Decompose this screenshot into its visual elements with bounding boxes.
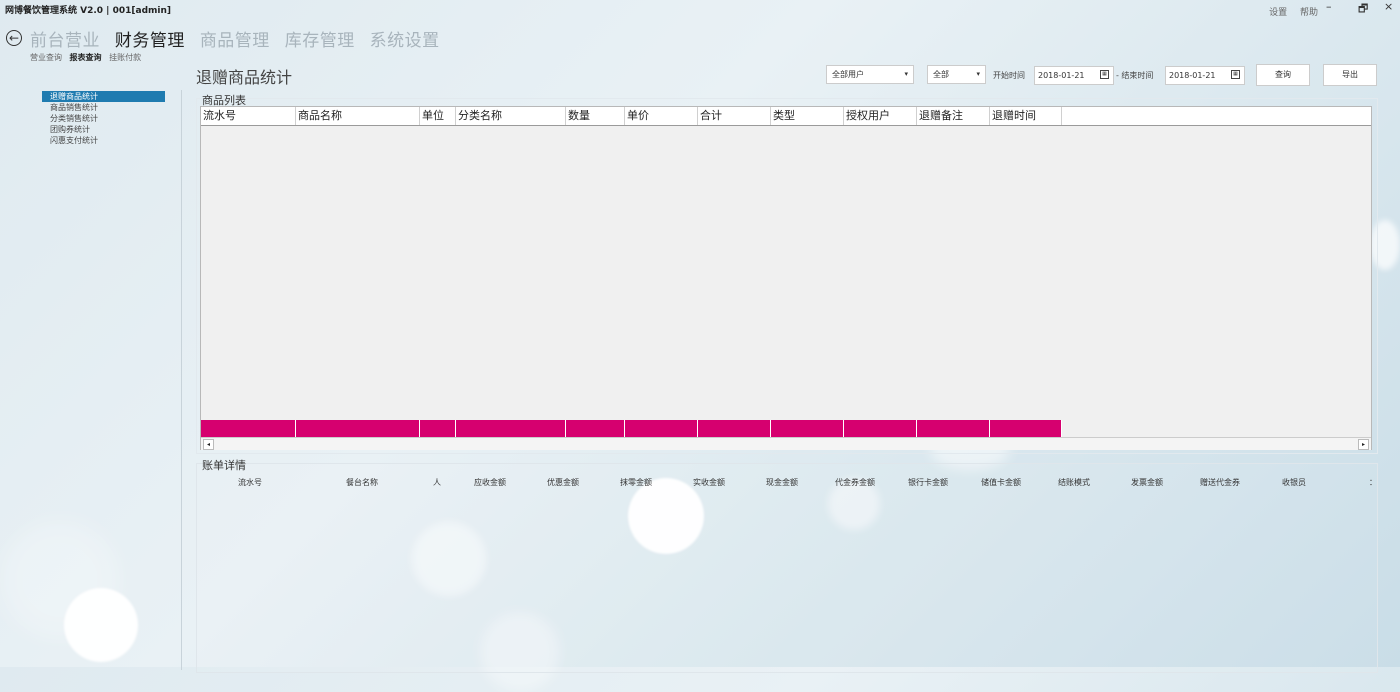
- scroll-left-icon[interactable]: ◂: [203, 439, 214, 450]
- app-title: 网博餐饮管理系统 V2.0 | 001[admin]: [5, 6, 171, 16]
- nav-inventory[interactable]: 库存管理: [285, 31, 355, 51]
- column-header[interactable]: 数量: [566, 107, 625, 125]
- scroll-right-icon[interactable]: ▸: [1358, 439, 1369, 450]
- chevron-down-icon: ▾: [904, 70, 908, 78]
- help-link[interactable]: 帮助: [1300, 8, 1318, 18]
- type-select[interactable]: 全部 ▾: [927, 65, 986, 84]
- sidebar-item-return-gift[interactable]: 退赠商品统计: [42, 91, 165, 102]
- bill-column-header[interactable]: 应收金额: [474, 477, 506, 488]
- summary-row: [201, 420, 1371, 437]
- user-select[interactable]: 全部用户 ▾: [826, 65, 914, 84]
- column-header[interactable]: 退赠时间: [990, 107, 1062, 125]
- bill-column-header[interactable]: 赠送代金券: [1200, 477, 1240, 488]
- column-header[interactable]: 流水号: [201, 107, 296, 125]
- bill-column-header[interactable]: 餐台名称: [346, 477, 378, 488]
- bill-column-header[interactable]: 发票金额: [1131, 477, 1163, 488]
- bill-column-header[interactable]: 流水号: [238, 477, 262, 488]
- bill-column-header[interactable]: 代金券金额: [835, 477, 875, 488]
- bill-detail-label: 账单详情: [202, 459, 246, 472]
- bill-column-header[interactable]: 人: [433, 477, 441, 488]
- column-header[interactable]: 商品名称: [296, 107, 420, 125]
- bill-column-header[interactable]: 优惠金额: [547, 477, 579, 488]
- top-links: 设置 帮助: [1259, 5, 1318, 18]
- bill-column-header: ：: [1369, 478, 1377, 487]
- page-title: 退赠商品统计: [196, 68, 293, 87]
- horizontal-scrollbar[interactable]: ◂ ▸: [201, 437, 1371, 450]
- sidebar-item-flash-pay[interactable]: 闪惠支付统计: [42, 135, 165, 146]
- query-button[interactable]: 查询: [1256, 64, 1310, 86]
- user-select-value: 全部用户: [832, 70, 864, 79]
- column-header[interactable]: 单位: [420, 107, 456, 125]
- sidebar-item-category-sales[interactable]: 分类销售统计: [42, 113, 165, 124]
- bokeh-decoration: [64, 588, 138, 662]
- sidebar: 退赠商品统计 商品销售统计 分类销售统计 团购券统计 闪惠支付统计: [42, 91, 165, 146]
- bill-column-header[interactable]: 银行卡金额: [908, 477, 948, 488]
- calendar-icon[interactable]: ▦: [1100, 70, 1109, 79]
- chevron-down-icon: ▾: [976, 70, 980, 78]
- summary-cell: [625, 420, 698, 437]
- nav-front-business[interactable]: 前台营业: [30, 31, 100, 51]
- start-time-label: 开始时间: [993, 71, 1025, 80]
- subnav-report-query[interactable]: 报表查询: [70, 53, 102, 62]
- product-list-header: 流水号 商品名称 单位 分类名称 数量 单价 合计 类型 授权用户 退赠备注 退…: [201, 107, 1371, 126]
- nav-products[interactable]: 商品管理: [200, 31, 270, 51]
- settings-link[interactable]: 设置: [1269, 8, 1287, 18]
- sidebar-item-product-sales[interactable]: 商品销售统计: [42, 102, 165, 113]
- summary-cell: [566, 420, 625, 437]
- subnav-business-query[interactable]: 营业查询: [30, 53, 62, 62]
- calendar-icon[interactable]: ▦: [1231, 70, 1240, 79]
- nav-finance[interactable]: 财务管理: [115, 31, 185, 51]
- bill-column-header[interactable]: 现金金额: [766, 477, 798, 488]
- summary-cell: [420, 420, 456, 437]
- sub-nav: 营业查询 报表查询 挂账付款: [30, 52, 146, 63]
- bill-column-header[interactable]: 实收金额: [693, 477, 725, 488]
- close-button[interactable]: ×: [1384, 0, 1393, 13]
- bill-column-header[interactable]: 储值卡金额: [981, 477, 1021, 488]
- column-header[interactable]: 授权用户: [844, 107, 917, 125]
- sidebar-item-group-coupon[interactable]: 团购券统计: [42, 124, 165, 135]
- type-select-value: 全部: [933, 70, 949, 79]
- column-header[interactable]: 退赠备注: [917, 107, 990, 125]
- end-time-label: - 结束时间: [1116, 71, 1154, 80]
- summary-cell: [844, 420, 917, 437]
- summary-cell: [456, 420, 566, 437]
- restore-button[interactable]: 🗗: [1358, 0, 1368, 19]
- nav-settings[interactable]: 系统设置: [370, 31, 440, 51]
- column-header[interactable]: 单价: [625, 107, 698, 125]
- start-date-value: 2018-01-21: [1038, 71, 1085, 80]
- column-header[interactable]: 类型: [771, 107, 844, 125]
- bill-column-header[interactable]: 收银员: [1282, 477, 1306, 488]
- summary-cell: [990, 420, 1062, 437]
- column-header[interactable]: 合计: [698, 107, 771, 125]
- summary-cell: [201, 420, 296, 437]
- bill-column-header[interactable]: 抹零金额: [620, 477, 652, 488]
- bill-detail-frame[interactable]: [196, 463, 1378, 673]
- start-date-input[interactable]: 2018-01-21 ▦: [1034, 66, 1114, 85]
- minimize-button[interactable]: –: [1326, 0, 1332, 13]
- summary-cell: [296, 420, 420, 437]
- end-date-value: 2018-01-21: [1169, 71, 1216, 80]
- sidebar-divider: [181, 90, 182, 670]
- export-button[interactable]: 导出: [1323, 64, 1377, 86]
- summary-cell: [917, 420, 990, 437]
- subnav-credit-payment[interactable]: 挂账付款: [109, 53, 141, 62]
- end-date-input[interactable]: 2018-01-21 ▦: [1165, 66, 1245, 85]
- bill-column-header[interactable]: 结账模式: [1058, 477, 1090, 488]
- summary-cell: [771, 420, 844, 437]
- product-list-grid[interactable]: 流水号 商品名称 单位 分类名称 数量 单价 合计 类型 授权用户 退赠备注 退…: [200, 106, 1372, 450]
- column-header[interactable]: 分类名称: [456, 107, 566, 125]
- back-arrow-icon[interactable]: ←: [6, 30, 22, 46]
- main-nav: 前台营业 财务管理 商品管理 库存管理 系统设置: [30, 26, 449, 51]
- summary-cell: [698, 420, 771, 437]
